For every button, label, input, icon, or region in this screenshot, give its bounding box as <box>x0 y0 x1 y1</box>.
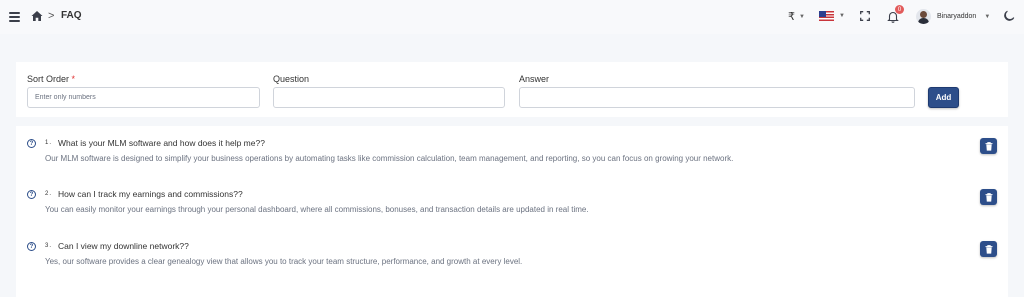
breadcrumb-separator: > <box>48 10 55 22</box>
faq-item: ? 3. Can I view my downline network?? Ye… <box>16 229 1008 269</box>
faq-item: ? 1. What is your MLM software and how d… <box>16 126 1008 166</box>
chevron-down-icon: ▼ <box>799 13 805 20</box>
fullscreen-icon[interactable] <box>860 11 870 21</box>
add-button[interactable]: Add <box>928 87 959 108</box>
question-label: Question <box>273 74 310 84</box>
faq-number: 3. <box>45 243 53 249</box>
faq-list: ? 1. What is your MLM software and how d… <box>16 126 1008 297</box>
chevron-down-icon: ▼ <box>839 13 845 19</box>
answer-input[interactable] <box>519 87 915 108</box>
question-circle-icon: ? <box>27 139 36 148</box>
hamburger-menu-icon[interactable] <box>9 12 20 22</box>
faq-answer: Yes, our software provides a clear genea… <box>45 257 523 266</box>
trash-icon <box>985 192 992 202</box>
avatar <box>916 9 931 24</box>
delete-button[interactable] <box>980 189 997 205</box>
currency-symbol: ₹ <box>788 11 795 23</box>
faq-question: How can I track my earnings and commissi… <box>58 189 243 199</box>
faq-item: ? 2. How can I track my earnings and com… <box>16 177 1008 217</box>
page-title: FAQ <box>61 10 82 21</box>
trash-icon <box>985 244 992 254</box>
delete-button[interactable] <box>980 241 997 257</box>
question-circle-icon: ? <box>27 190 36 199</box>
user-name: Binaryaddon <box>937 13 977 20</box>
faq-question: What is your MLM software and how does i… <box>58 138 265 148</box>
answer-label: Answer <box>519 74 550 84</box>
faq-answer: Our MLM software is designed to simplify… <box>45 154 734 163</box>
faq-form: Sort Order * Question Answer Add <box>16 62 1008 117</box>
required-mark: * <box>71 74 76 84</box>
faq-answer: You can easily monitor your earnings thr… <box>45 205 589 214</box>
user-menu[interactable]: Binaryaddon ▼ <box>916 9 990 24</box>
faq-question: Can I view my downline network?? <box>58 241 189 251</box>
home-icon[interactable] <box>31 10 43 22</box>
language-selector[interactable]: ▼ <box>819 11 845 21</box>
sort-order-label: Sort Order * <box>27 74 75 84</box>
delete-button[interactable] <box>980 138 997 154</box>
currency-selector[interactable]: ₹ ▼ <box>788 10 805 23</box>
moon-icon[interactable] <box>1003 10 1015 22</box>
question-input[interactable] <box>273 87 505 108</box>
trash-icon <box>985 141 992 151</box>
question-circle-icon: ? <box>27 242 36 251</box>
us-flag-icon <box>819 11 834 21</box>
faq-number: 1. <box>45 140 53 146</box>
notification-badge: 0 <box>895 5 904 14</box>
sort-order-label-text: Sort Order <box>27 74 70 84</box>
top-bar: > FAQ ₹ ▼ ▼ 0 Binaryaddon ▼ <box>0 0 1024 34</box>
sort-order-input[interactable] <box>27 87 260 108</box>
faq-number: 2. <box>45 191 53 197</box>
chevron-down-icon: ▼ <box>984 13 991 20</box>
